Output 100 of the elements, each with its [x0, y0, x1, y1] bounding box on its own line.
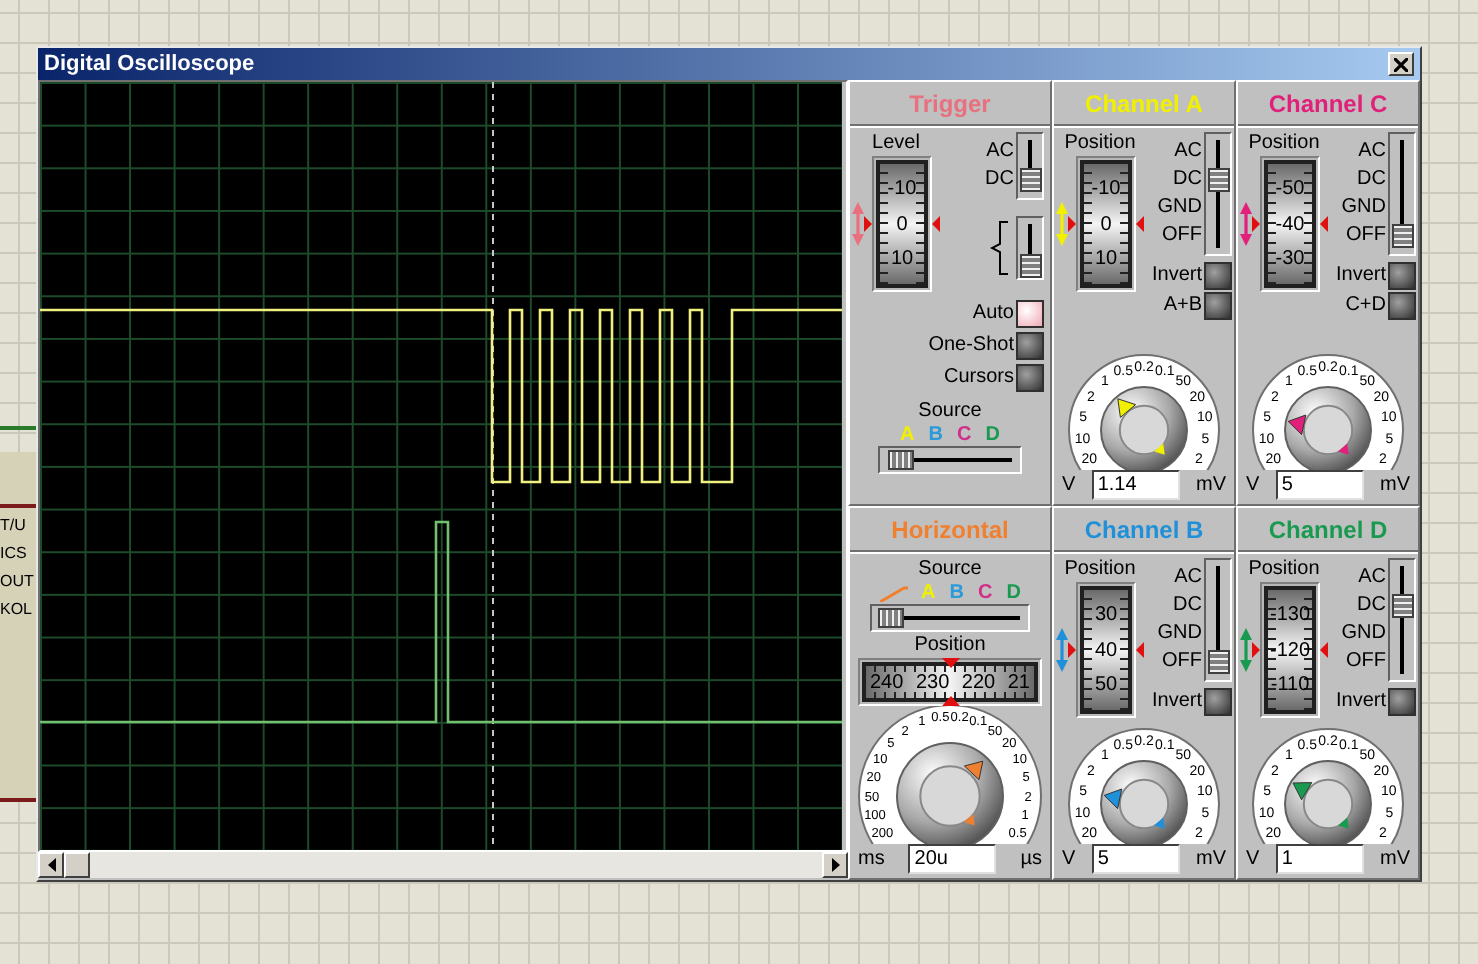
switch-thumb[interactable]	[1207, 168, 1229, 192]
scroll-left-button[interactable]	[38, 852, 64, 878]
source-letter: B	[928, 424, 943, 446]
position-wheel[interactable]: -50 -40 -30	[1264, 160, 1316, 288]
level-label: Level	[872, 132, 920, 156]
source-letter: B	[949, 582, 964, 604]
scroll-right-button[interactable]	[822, 852, 848, 878]
source-label: Source	[918, 558, 982, 582]
up-down-arrow-icon	[852, 202, 864, 246]
coupling-label: DC	[1357, 166, 1386, 194]
scale-number: 30	[1094, 603, 1118, 626]
knob[interactable]	[1100, 760, 1188, 844]
toggle-button[interactable]	[1204, 292, 1232, 320]
slider-thumb[interactable]	[887, 450, 914, 470]
coupling-label: AC	[1174, 564, 1202, 592]
toggle-button[interactable]	[1016, 300, 1044, 328]
scale-number: -10	[1091, 177, 1121, 200]
toggle-button[interactable]	[1016, 332, 1044, 360]
toggle-button[interactable]	[1388, 262, 1416, 290]
knob[interactable]	[1284, 760, 1372, 844]
scale-number: -130	[1269, 603, 1310, 626]
coupling-label: GND	[1341, 620, 1386, 648]
source-slider[interactable]	[870, 604, 1030, 632]
unit-label: V	[1062, 473, 1076, 497]
knob[interactable]	[896, 742, 1004, 844]
scale-number: 0	[896, 213, 908, 235]
scrollbar-thumb[interactable]	[64, 852, 90, 878]
up-down-arrow-icon	[1056, 628, 1068, 672]
up-down-arrow-icon	[1240, 628, 1252, 672]
slider-thumb[interactable]	[877, 608, 904, 628]
unit-label: mV	[1195, 847, 1226, 871]
scale-number: 10	[1094, 248, 1118, 271]
toggle-label: Cursors	[943, 366, 1014, 390]
ramp-icon	[879, 585, 908, 601]
pin-label: T/U	[0, 514, 28, 538]
unit-label: V	[1246, 473, 1260, 497]
position-wheel[interactable]: -130 -120 -110	[1264, 586, 1316, 714]
position-label: Position	[1064, 558, 1136, 582]
toggle-label: Invert	[1151, 264, 1202, 288]
coupling-label: DC	[1357, 592, 1386, 620]
source-letter: A	[900, 424, 915, 446]
toggle-button[interactable]	[1388, 688, 1416, 716]
coupling-label: AC	[1174, 138, 1202, 166]
up-down-arrow-icon	[1240, 202, 1252, 246]
panel-title: Horizontal	[891, 515, 1009, 543]
coupling-label: OFF	[1346, 648, 1386, 676]
toggle-button[interactable]	[1016, 364, 1044, 392]
unit-label: mV	[1379, 847, 1410, 871]
left-arrow-icon	[47, 858, 55, 872]
close-icon	[1394, 57, 1408, 71]
switch-thumb[interactable]	[1019, 168, 1041, 192]
scale-number: -10	[887, 177, 917, 200]
switch-thumb[interactable]	[1391, 224, 1413, 248]
toggle-button[interactable]	[1204, 262, 1232, 290]
panel-title: Trigger	[909, 89, 991, 117]
coupling-label: GND	[1157, 620, 1202, 648]
scale-number: 10	[890, 248, 914, 271]
scale-number: 230	[915, 671, 950, 693]
wire	[0, 426, 36, 430]
value-field[interactable]: 1	[1275, 844, 1364, 874]
scale-number: -120	[1269, 639, 1310, 661]
toggle-label: One-Shot	[928, 334, 1014, 358]
marker-icon	[941, 658, 959, 668]
toggle-label: A+B	[1163, 294, 1202, 318]
position-wheel[interactable]: -10 0 10	[1080, 160, 1132, 288]
source-letter: C	[957, 424, 972, 446]
knob[interactable]	[1284, 386, 1372, 470]
toggle-button[interactable]	[1204, 688, 1232, 716]
position-wheel[interactable]: -10 0 10	[876, 160, 928, 288]
unit-label: µs	[1020, 847, 1042, 871]
coupling-label: AC	[1358, 138, 1386, 166]
value-field[interactable]: 5	[1091, 844, 1180, 874]
position-wheel[interactable]: 30 40 50	[1080, 586, 1132, 714]
toggle-label: C+D	[1345, 294, 1386, 318]
coupling-label: AC	[1358, 564, 1386, 592]
value-field[interactable]: 20u	[908, 844, 997, 874]
switch-thumb[interactable]	[1019, 254, 1041, 278]
scale-number: 220	[961, 671, 996, 693]
scale-number: 40	[1094, 639, 1118, 661]
pin-label: ICS	[0, 542, 29, 566]
coupling-label: DC	[1173, 592, 1202, 620]
coupling-label: OFF	[1346, 222, 1386, 250]
value-field[interactable]: 5	[1275, 470, 1364, 500]
panel-title: Channel C	[1268, 89, 1388, 117]
coupling-label: GND	[1157, 194, 1202, 222]
source-slider[interactable]	[878, 446, 1022, 474]
position-label: Position	[1248, 132, 1320, 156]
panel-title: Channel A	[1085, 89, 1203, 117]
scale-number: 240	[870, 671, 904, 693]
switch-thumb[interactable]	[1207, 650, 1229, 674]
scale-number: -110	[1270, 674, 1310, 697]
panel-title: Channel B	[1084, 515, 1204, 543]
value-field[interactable]: 1.14	[1091, 470, 1180, 500]
toggle-button[interactable]	[1388, 292, 1416, 320]
wire	[0, 504, 36, 508]
position-wheel[interactable]: 240 230 220 21	[862, 662, 1038, 702]
close-button[interactable]	[1388, 52, 1414, 76]
toggle-label: Invert	[1151, 690, 1202, 714]
switch-thumb[interactable]	[1391, 594, 1413, 618]
knob[interactable]	[1100, 386, 1188, 470]
